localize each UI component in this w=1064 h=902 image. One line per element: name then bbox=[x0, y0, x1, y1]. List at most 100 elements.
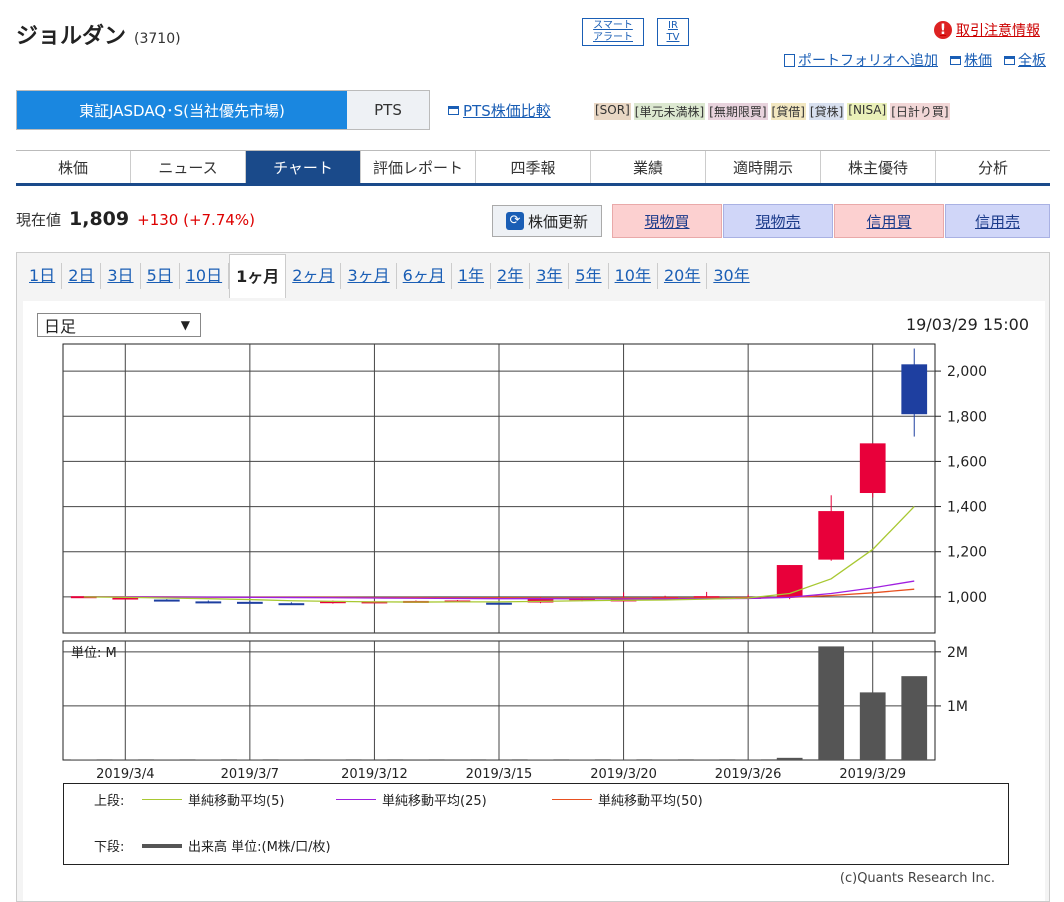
badge-1: [単元未満株] bbox=[634, 103, 705, 120]
candle-body bbox=[279, 603, 305, 605]
volume-bar bbox=[777, 758, 803, 760]
period-tab-14[interactable]: 20年 bbox=[658, 263, 707, 289]
window-icon bbox=[448, 106, 459, 115]
nav-tab-3[interactable]: 評価レポート bbox=[361, 151, 476, 183]
trade-warning-link[interactable]: !取引注意情報 bbox=[934, 20, 1040, 40]
x-tick-label: 2019/3/15 bbox=[466, 767, 533, 782]
nav-tab-7[interactable]: 株主優待 bbox=[821, 151, 936, 183]
volume-swatch bbox=[142, 844, 182, 848]
period-tab-11[interactable]: 3年 bbox=[530, 263, 569, 289]
company-name: ジョルダン(3710) bbox=[16, 18, 181, 50]
period-tab-0[interactable]: 1日 bbox=[23, 263, 62, 289]
y-tick-label: 1,800 bbox=[947, 409, 987, 425]
period-tab-2[interactable]: 3日 bbox=[101, 263, 140, 289]
candle-body bbox=[154, 600, 180, 602]
pts-compare-link[interactable]: PTS株価比較 bbox=[448, 100, 551, 121]
price-label: 現在値 bbox=[16, 209, 61, 230]
candle-body bbox=[486, 603, 512, 605]
x-tick-label: 2019/3/4 bbox=[96, 767, 154, 782]
stock-code: (3710) bbox=[134, 31, 181, 47]
candle-body bbox=[901, 364, 927, 414]
nav-tab-6[interactable]: 適時開示 bbox=[706, 151, 821, 183]
market-tab-primary[interactable]: 東証JASDAQ･S(当社優先市場) bbox=[17, 91, 347, 129]
volume-unit-label: 単位: M bbox=[71, 645, 117, 661]
candle-body bbox=[237, 602, 263, 604]
period-tab-1[interactable]: 2日 bbox=[62, 263, 101, 289]
volume-bar bbox=[818, 646, 844, 760]
period-tab-12[interactable]: 5年 bbox=[569, 263, 608, 289]
margin-buy-button[interactable]: 信用買 bbox=[834, 204, 944, 238]
candle-body bbox=[860, 443, 886, 493]
spot-sell-button[interactable]: 現物売 bbox=[723, 204, 833, 238]
volume-bar bbox=[901, 676, 927, 760]
ma5-swatch bbox=[142, 799, 182, 800]
nav-tab-1[interactable]: ニュース bbox=[131, 151, 246, 183]
badge-3: [貸借] bbox=[771, 103, 806, 120]
period-tabs: 1日2日3日5日10日1ヶ月2ヶ月3ヶ月6ヶ月1年2年3年5年10年20年30年 bbox=[17, 253, 1049, 299]
period-tab-4[interactable]: 10日 bbox=[180, 263, 229, 289]
spot-buy-button[interactable]: 現物買 bbox=[612, 204, 722, 238]
period-tab-6[interactable]: 2ヶ月 bbox=[286, 263, 341, 289]
window-icon bbox=[1004, 56, 1015, 65]
chart-area: 2019/3/4 2019/3/7 2019/3/12 2019/3/15 2019/3… bbox=[23, 301, 1045, 901]
warning-icon: ! bbox=[934, 21, 952, 39]
badge-2: [無期限買] bbox=[708, 103, 767, 120]
chart-datetime: 19/03/29 15:00 bbox=[906, 315, 1029, 334]
window-icon bbox=[950, 56, 961, 65]
copyright: (c)Quants Research Inc. bbox=[840, 871, 995, 886]
market-tab-pts[interactable]: PTS bbox=[347, 91, 429, 129]
x-tick-label: 2019/3/26 bbox=[715, 767, 782, 782]
x-tick-label: 2019/3/29 bbox=[839, 767, 906, 782]
y-tick-label: 1,000 bbox=[947, 590, 987, 606]
ir-tv-button[interactable]: IRTV bbox=[657, 18, 689, 46]
price-value: 1,809 bbox=[69, 208, 129, 230]
candle-body bbox=[818, 511, 844, 560]
candle-body bbox=[195, 601, 221, 603]
refresh-icon: ⟳ bbox=[506, 212, 524, 230]
period-tab-7[interactable]: 3ヶ月 bbox=[341, 263, 396, 289]
y-tick-label: 1,400 bbox=[947, 500, 987, 516]
margin-sell-button[interactable]: 信用売 bbox=[945, 204, 1050, 238]
document-icon bbox=[784, 54, 795, 67]
chart-legend: 上段: 単純移動平均(5) 単純移動平均(25) 単純移動平均(50) 下段: … bbox=[63, 783, 1009, 865]
market-selector: 東証JASDAQ･S(当社優先市場) PTS bbox=[16, 90, 430, 130]
add-portfolio-link[interactable]: ポートフォリオへ追加 bbox=[784, 50, 938, 70]
nav-tab-8[interactable]: 分析 bbox=[936, 151, 1050, 183]
badge-6: [日計り買] bbox=[890, 103, 949, 120]
nav-tab-0[interactable]: 株価 bbox=[16, 151, 131, 183]
badge-5: [NISA] bbox=[847, 103, 887, 120]
nav-tab-5[interactable]: 業績 bbox=[591, 151, 706, 183]
period-tab-3[interactable]: 5日 bbox=[141, 263, 180, 289]
y-tick-label: 1,600 bbox=[947, 454, 987, 470]
nav-tab-2[interactable]: チャート bbox=[246, 151, 361, 183]
period-tab-9[interactable]: 1年 bbox=[452, 263, 491, 289]
full-board-link[interactable]: 全板 bbox=[1004, 50, 1046, 70]
current-price: 現在値 1,809 +130 (+7.74%) bbox=[16, 208, 255, 230]
trade-badges: [SOR][単元未満株][無期限買][貸借][貸株][NISA][日計り買] bbox=[594, 103, 950, 120]
chart-interval-select[interactable]: 日足▼ bbox=[37, 313, 201, 337]
dropdown-arrow-icon: ▼ bbox=[181, 318, 190, 332]
y-tick-label: 1,200 bbox=[947, 545, 987, 561]
chart-panel: 1日2日3日5日10日1ヶ月2ヶ月3ヶ月6ヶ月1年2年3年5年10年20年30年… bbox=[16, 252, 1050, 902]
vol-tick-label: 1M bbox=[947, 699, 968, 715]
refresh-price-button[interactable]: ⟳株価更新 bbox=[492, 205, 602, 237]
nav-tab-4[interactable]: 四季報 bbox=[476, 151, 591, 183]
ma25-swatch bbox=[336, 799, 376, 800]
y-tick-label: 2,000 bbox=[947, 364, 987, 380]
period-tab-5[interactable]: 1ヶ月 bbox=[229, 254, 286, 298]
volume-bar bbox=[860, 692, 886, 760]
stock-price-link[interactable]: 株価 bbox=[950, 50, 992, 70]
smart-alert-button[interactable]: スマートアラート bbox=[582, 18, 644, 46]
main-nav: 株価ニュースチャート評価レポート四季報業績適時開示株主優待分析 bbox=[16, 150, 1050, 186]
x-tick-label: 2019/3/12 bbox=[341, 767, 408, 782]
badge-0: [SOR] bbox=[594, 103, 631, 120]
candle-body bbox=[777, 565, 803, 597]
ma50-swatch bbox=[552, 799, 592, 800]
period-tab-13[interactable]: 10年 bbox=[609, 263, 658, 289]
period-tab-10[interactable]: 2年 bbox=[491, 263, 530, 289]
x-tick-label: 2019/3/7 bbox=[221, 767, 279, 782]
period-tab-8[interactable]: 6ヶ月 bbox=[397, 263, 452, 289]
period-tab-15[interactable]: 30年 bbox=[707, 263, 755, 289]
vol-tick-label: 2M bbox=[947, 645, 968, 661]
x-tick-label: 2019/3/20 bbox=[590, 767, 657, 782]
